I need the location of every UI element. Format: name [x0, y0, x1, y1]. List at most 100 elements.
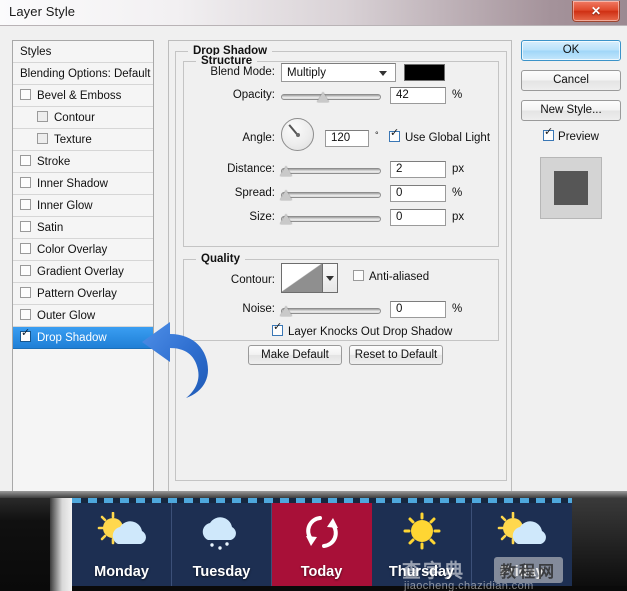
distance-slider[interactable] [280, 164, 381, 178]
spread-input[interactable]: 0 [390, 185, 446, 202]
checkbox-icon[interactable] [20, 89, 31, 100]
distance-input[interactable]: 2 [390, 161, 446, 178]
snow-cloud-icon [194, 512, 250, 557]
window-title: Layer Style [9, 4, 76, 19]
angle-dial[interactable] [281, 118, 314, 151]
blend-mode-value: Multiply [287, 67, 326, 79]
reset-to-default-button[interactable]: Reset to Default [349, 345, 443, 365]
slider-thumb[interactable] [280, 306, 292, 316]
new-style-button[interactable]: New Style... [521, 100, 621, 121]
style-item-bevel-emboss[interactable]: Bevel & Emboss [13, 85, 153, 107]
screen: Layer Style ✕ Styles Blending Options: D… [0, 0, 627, 591]
style-item-inner-glow[interactable]: Inner Glow [13, 195, 153, 217]
refresh-icon [300, 512, 344, 557]
slider-thumb[interactable] [280, 214, 292, 224]
checkbox-icon[interactable] [20, 309, 31, 320]
use-global-light-checkbox[interactable]: Use Global Light [389, 128, 491, 144]
style-item-label: Satin [37, 222, 64, 234]
shadow-color-swatch[interactable] [404, 64, 445, 81]
weather-day-thursday[interactable]: Thursday [372, 503, 472, 586]
style-item-label: Stroke [37, 156, 71, 168]
anti-aliased-checkbox[interactable]: Anti-aliased [353, 270, 429, 283]
checkbox-icon[interactable] [20, 243, 31, 254]
weather-day-tuesday[interactable]: Tuesday [172, 503, 272, 586]
checkbox-icon[interactable] [20, 328, 31, 342]
close-button[interactable]: ✕ [572, 1, 620, 22]
style-item-pattern-overlay[interactable]: Pattern Overlay [13, 283, 153, 305]
size-unit: px [452, 211, 465, 223]
layer-knocks-out-checkbox[interactable]: Layer Knocks Out Drop Shadow [272, 322, 452, 338]
slider-track [281, 216, 381, 222]
weather-day-friday[interactable]: Friday [472, 503, 572, 586]
noise-slider[interactable] [280, 304, 381, 318]
size-input[interactable]: 0 [390, 209, 446, 226]
contour-swatch[interactable] [281, 263, 323, 293]
slider-thumb[interactable] [280, 190, 292, 200]
style-item-stroke[interactable]: Stroke [13, 151, 153, 173]
distance-unit: px [452, 163, 465, 175]
angle-input[interactable]: 120 [325, 130, 369, 147]
opacity-input[interactable]: 42 [390, 87, 446, 104]
weather-day-label: Monday [94, 564, 149, 580]
size-slider[interactable] [280, 212, 381, 226]
opacity-label: Opacity: [232, 89, 275, 101]
dial-hub-icon [295, 132, 300, 137]
checkbox-icon[interactable] [20, 199, 31, 210]
style-item-styles[interactable]: Styles [13, 41, 153, 63]
style-item-label: Contour [54, 112, 95, 124]
style-item-gradient-overlay[interactable]: Gradient Overlay [13, 261, 153, 283]
preview-shape [554, 171, 588, 205]
use-global-light-label: Use Global Light [405, 132, 491, 144]
checkbox-icon[interactable] [272, 322, 283, 336]
style-item-blending-options[interactable]: Blending Options: Default [13, 63, 153, 85]
title-bar: Layer Style ✕ [0, 0, 627, 26]
desktop-background: Monday Tuesday Today Thursday Friday [0, 491, 627, 591]
opacity-slider[interactable] [281, 90, 381, 104]
style-item-drop-shadow[interactable]: Drop Shadow [13, 327, 153, 349]
style-item-texture[interactable]: Texture [13, 129, 153, 151]
checkbox-icon[interactable] [37, 111, 48, 122]
style-item-contour[interactable]: Contour [13, 107, 153, 129]
sun-icon [399, 512, 445, 557]
checkbox-icon[interactable] [37, 133, 48, 144]
sun-behind-cloud-icon [494, 511, 550, 557]
preview-checkbox-row[interactable]: Preview [521, 127, 621, 148]
style-item-label: Blending Options: Default [20, 68, 151, 80]
sun-behind-cloud-icon [94, 511, 150, 557]
blend-mode-select[interactable]: Multiply [281, 63, 396, 82]
preview-thumbnail [540, 157, 602, 219]
checkbox-icon[interactable] [20, 265, 31, 276]
noise-input[interactable]: 0 [390, 301, 446, 318]
slider-thumb[interactable] [317, 92, 329, 102]
checkbox-icon[interactable] [20, 221, 31, 232]
quality-group-title: Quality [196, 253, 245, 265]
style-item-label: Drop Shadow [37, 332, 107, 344]
style-item-label: Pattern Overlay [37, 288, 117, 300]
spread-slider[interactable] [280, 188, 381, 202]
weather-day-today[interactable]: Today [272, 503, 372, 586]
anti-aliased-label: Anti-aliased [369, 271, 430, 283]
slider-track [281, 168, 381, 174]
checkbox-icon[interactable] [353, 270, 364, 281]
cancel-button[interactable]: Cancel [521, 70, 621, 91]
style-item-outer-glow[interactable]: Outer Glow [13, 305, 153, 327]
checkbox-icon[interactable] [389, 128, 400, 142]
checkbox-icon[interactable] [20, 177, 31, 188]
checkbox-icon[interactable] [543, 127, 555, 141]
make-default-button[interactable]: Make Default [248, 345, 342, 365]
window-frame-edge [0, 491, 627, 498]
style-item-inner-shadow[interactable]: Inner Shadow [13, 173, 153, 195]
ok-button[interactable]: OK [521, 40, 621, 61]
styles-list[interactable]: Styles Blending Options: Default Bevel &… [12, 40, 154, 492]
slider-thumb[interactable] [280, 166, 292, 176]
slider-track [281, 192, 381, 198]
style-item-color-overlay[interactable]: Color Overlay [13, 239, 153, 261]
spread-label: Spread: [234, 187, 275, 199]
contour-dropdown-button[interactable] [323, 263, 338, 293]
weather-day-label: Thursday [388, 564, 455, 580]
style-item-satin[interactable]: Satin [13, 217, 153, 239]
checkbox-icon[interactable] [20, 155, 31, 166]
slider-track [281, 308, 381, 314]
checkbox-icon[interactable] [20, 287, 31, 298]
weather-day-monday[interactable]: Monday [72, 503, 172, 586]
